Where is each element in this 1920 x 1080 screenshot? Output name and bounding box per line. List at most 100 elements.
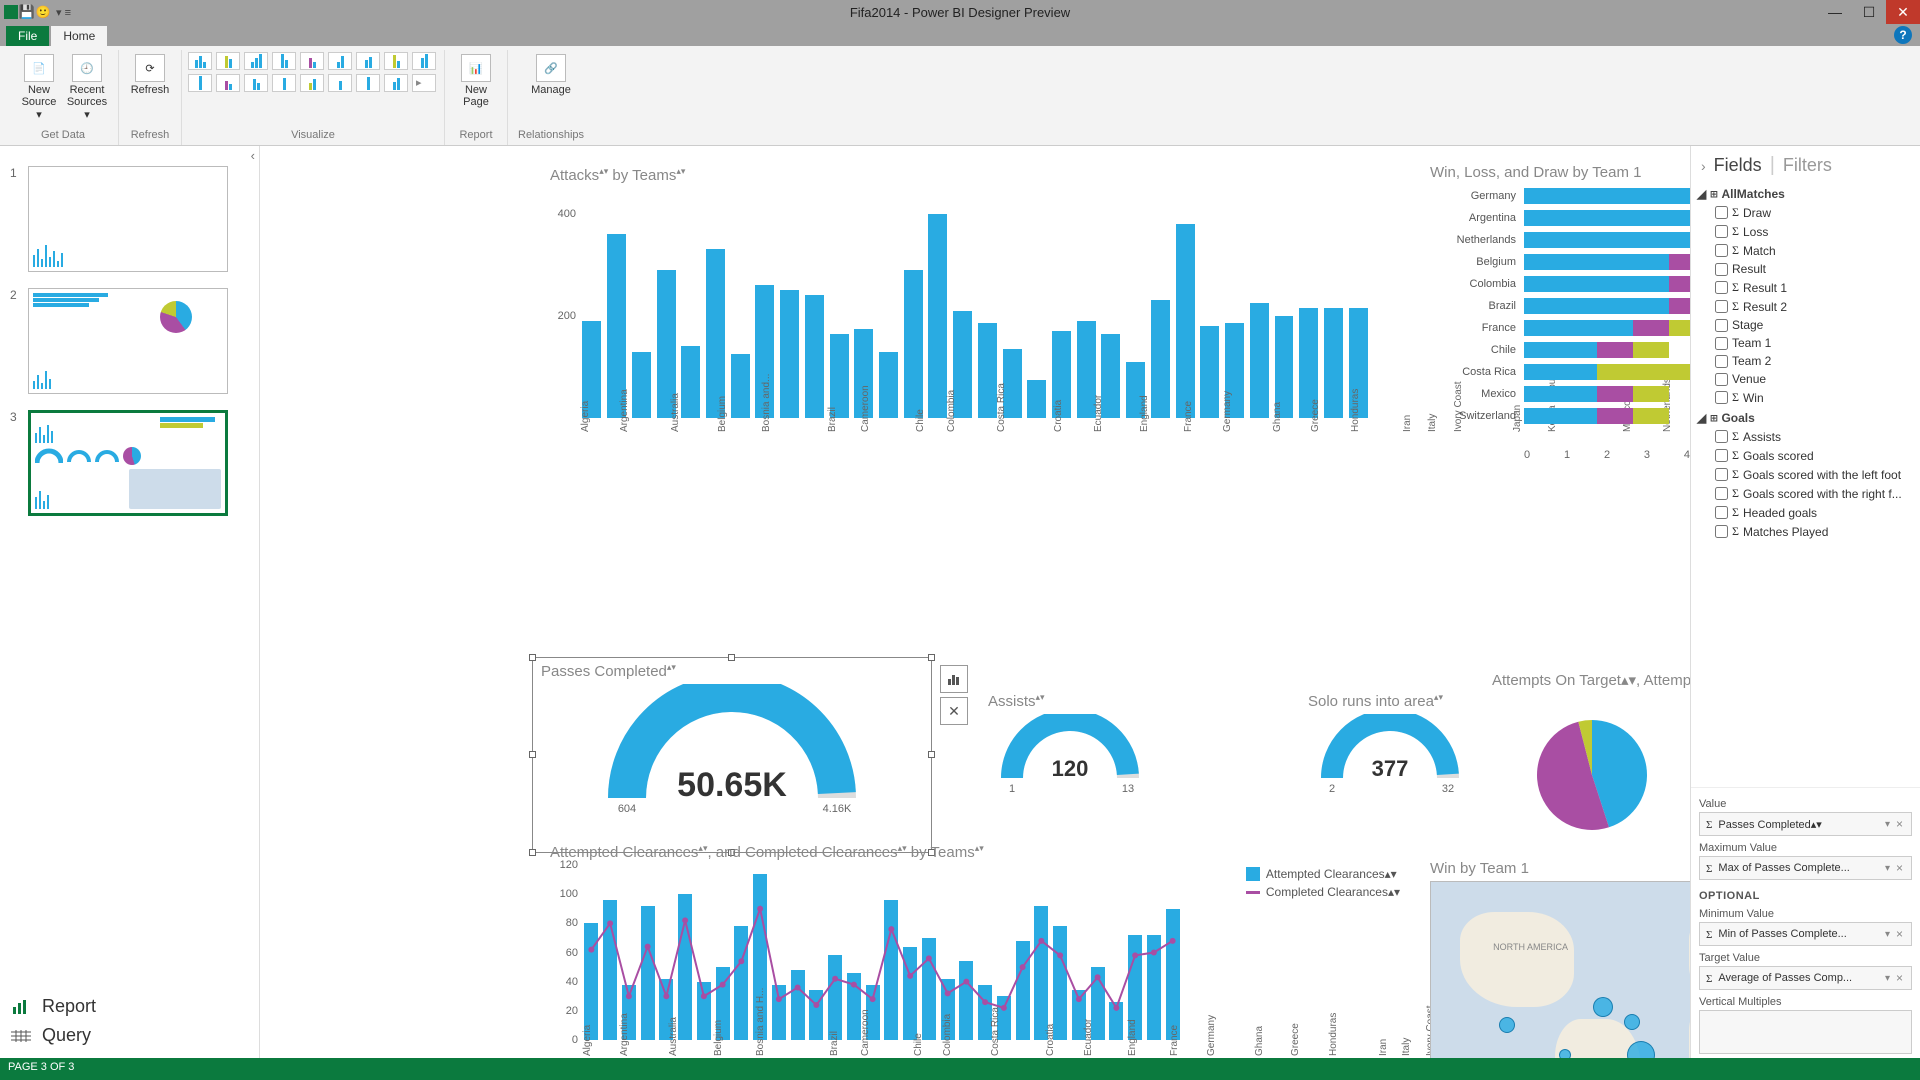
remove-icon[interactable]: ×: [1894, 817, 1905, 831]
save-icon[interactable]: 💾: [20, 5, 34, 19]
field-checkbox[interactable]: [1715, 506, 1728, 519]
visualization-gallery[interactable]: ▸: [188, 52, 438, 94]
filters-tab[interactable]: Filters: [1783, 155, 1832, 176]
field-item[interactable]: ΣResult 1: [1697, 278, 1914, 297]
collapse-thumbnails-icon[interactable]: ‹: [251, 148, 255, 163]
new-page-icon: 📊: [461, 54, 491, 82]
delete-visual-icon[interactable]: ✕: [940, 697, 968, 725]
field-checkbox[interactable]: [1715, 225, 1728, 238]
attacks-chart[interactable]: Attacks▴▾ by Teams▴▾ 400 200 AlgeriaArge…: [550, 166, 1370, 486]
page-thumbnail-2[interactable]: [28, 288, 228, 394]
svg-text:604: 604: [618, 803, 636, 815]
query-icon: [10, 1027, 32, 1045]
field-checkbox[interactable]: [1715, 337, 1728, 350]
manage-button[interactable]: 🔗Manage: [530, 52, 572, 96]
field-item[interactable]: Team 2: [1697, 352, 1914, 370]
field-group-allmatches[interactable]: ◢⊞AllMatches: [1697, 187, 1914, 201]
close-button[interactable]: ✕: [1886, 0, 1920, 24]
ribbon: 📄New Source ▾ 🕘Recent Sources ▾ Get Data…: [0, 46, 1920, 146]
clearances-chart[interactable]: Attempted Clearances▴▾, and Completed Cl…: [550, 843, 1400, 1058]
page-thumbnail-1[interactable]: [28, 166, 228, 272]
field-checkbox[interactable]: [1715, 468, 1728, 481]
group-refresh: Refresh: [131, 127, 170, 143]
field-checkbox[interactable]: [1715, 525, 1728, 538]
remove-icon[interactable]: ×: [1894, 971, 1905, 985]
field-item[interactable]: ΣGoals scored: [1697, 446, 1914, 465]
field-checkbox[interactable]: [1715, 449, 1728, 462]
chevron-down-icon[interactable]: ▾: [1885, 819, 1890, 830]
field-checkbox[interactable]: [1715, 487, 1728, 500]
min-value-well[interactable]: ΣMin of Passes Complete...▾×: [1699, 922, 1912, 946]
nav-report[interactable]: Report: [10, 992, 96, 1021]
field-item[interactable]: ΣMatches Played: [1697, 522, 1914, 541]
assists-gauge[interactable]: Assists▴▾ 120 1 13: [980, 688, 1160, 798]
title-bar: 💾 🙂 ▾ ≡ Fifa2014 - Power BI Designer Pre…: [0, 0, 1920, 24]
expand-pane-icon[interactable]: ›: [1701, 158, 1706, 174]
minimize-button[interactable]: —: [1818, 0, 1852, 24]
field-list[interactable]: ◢⊞AllMatchesΣDrawΣLossΣMatchResultΣResul…: [1691, 181, 1920, 787]
field-item[interactable]: ΣDraw: [1697, 203, 1914, 222]
field-group-goals[interactable]: ◢⊞Goals: [1697, 411, 1914, 425]
report-canvas[interactable]: Attacks▴▾ by Teams▴▾ 400 200 AlgeriaArge…: [260, 146, 1690, 1058]
maximize-button[interactable]: ☐: [1852, 0, 1886, 24]
remove-icon[interactable]: ×: [1894, 927, 1905, 941]
solo-runs-gauge[interactable]: Solo runs into area▴▾ 377 2 32: [1300, 688, 1480, 798]
field-item[interactable]: Team 1: [1697, 334, 1914, 352]
svg-text:120: 120: [1052, 756, 1089, 781]
chevron-down-icon[interactable]: ▾: [1885, 929, 1890, 940]
vertical-multiples-label: Vertical Multiples: [1699, 996, 1912, 1008]
field-item[interactable]: ΣWin: [1697, 388, 1914, 407]
win-map[interactable]: Win by Team 1 NORTH AMERICA SOUTH AMERIC…: [1430, 860, 1690, 1058]
target-value-well[interactable]: ΣAverage of Passes Comp...▾×: [1699, 966, 1912, 990]
tab-home[interactable]: Home: [51, 26, 107, 46]
field-checkbox[interactable]: [1715, 391, 1728, 404]
svg-text:13: 13: [1122, 783, 1134, 795]
field-item[interactable]: ΣGoals scored with the right f...: [1697, 484, 1914, 503]
field-checkbox[interactable]: [1715, 355, 1728, 368]
field-item[interactable]: ΣGoals scored with the left foot: [1697, 465, 1914, 484]
field-checkbox[interactable]: [1715, 430, 1728, 443]
chevron-down-icon[interactable]: ▾: [1885, 973, 1890, 984]
passes-gauge[interactable]: Passes Completed▴▾ 50.65K 604 4.16K: [532, 657, 932, 853]
remove-icon[interactable]: ×: [1894, 861, 1905, 875]
field-item[interactable]: ΣLoss: [1697, 222, 1914, 241]
new-source-button[interactable]: 📄New Source ▾: [18, 52, 60, 121]
field-item[interactable]: Venue: [1697, 370, 1914, 388]
field-checkbox[interactable]: [1715, 263, 1728, 276]
max-value-well[interactable]: ΣMax of Passes Complete...▾×: [1699, 856, 1912, 880]
fields-tab[interactable]: Fields: [1714, 155, 1762, 176]
field-item[interactable]: ΣAssists: [1697, 427, 1914, 446]
refresh-button[interactable]: ⟳Refresh: [129, 52, 171, 96]
chart-title: Attempted Clearances▴▾, and Completed Cl…: [550, 843, 1400, 861]
field-item[interactable]: ΣResult 2: [1697, 297, 1914, 316]
field-checkbox[interactable]: [1715, 244, 1728, 257]
field-item[interactable]: ΣMatch: [1697, 241, 1914, 260]
group-get-data: Get Data: [41, 127, 85, 143]
field-checkbox[interactable]: [1715, 300, 1728, 313]
report-icon: [10, 998, 32, 1016]
attempts-pie[interactable]: Attempts On Target▴▾, Attempts Off-Targe…: [1492, 671, 1690, 841]
vertical-multiples-well[interactable]: [1699, 1010, 1912, 1054]
chart-title: Attempts On Target▴▾, Attempts Off-Targe…: [1492, 671, 1690, 689]
field-checkbox[interactable]: [1715, 319, 1728, 332]
nav-query[interactable]: Query: [10, 1021, 96, 1050]
manage-icon: 🔗: [536, 54, 566, 82]
wld-chart[interactable]: Win, Loss, and Draw by Team 1 Germany Ar…: [1430, 164, 1690, 474]
undo-icon[interactable]: 🙂: [36, 5, 50, 19]
field-checkbox[interactable]: [1715, 281, 1728, 294]
tab-file[interactable]: File: [6, 26, 49, 46]
page-thumbnail-3[interactable]: [28, 410, 228, 516]
page-thumbnails: ‹ 1 2 3: [0, 146, 260, 1058]
field-item[interactable]: ΣHeaded goals: [1697, 503, 1914, 522]
new-page-button[interactable]: 📊New Page: [455, 52, 497, 108]
field-item[interactable]: Stage: [1697, 316, 1914, 334]
field-checkbox[interactable]: [1715, 373, 1728, 386]
chevron-down-icon[interactable]: ▾: [1885, 863, 1890, 874]
recent-sources-button[interactable]: 🕘Recent Sources ▾: [66, 52, 108, 121]
clearances-legend: Attempted Clearances▴▾ Completed Clearan…: [1246, 867, 1400, 903]
help-icon[interactable]: ?: [1894, 26, 1912, 44]
field-item[interactable]: Result: [1697, 260, 1914, 278]
change-visual-icon[interactable]: [940, 665, 968, 693]
value-well[interactable]: ΣPasses Completed▴▾▾×: [1699, 812, 1912, 836]
field-checkbox[interactable]: [1715, 206, 1728, 219]
